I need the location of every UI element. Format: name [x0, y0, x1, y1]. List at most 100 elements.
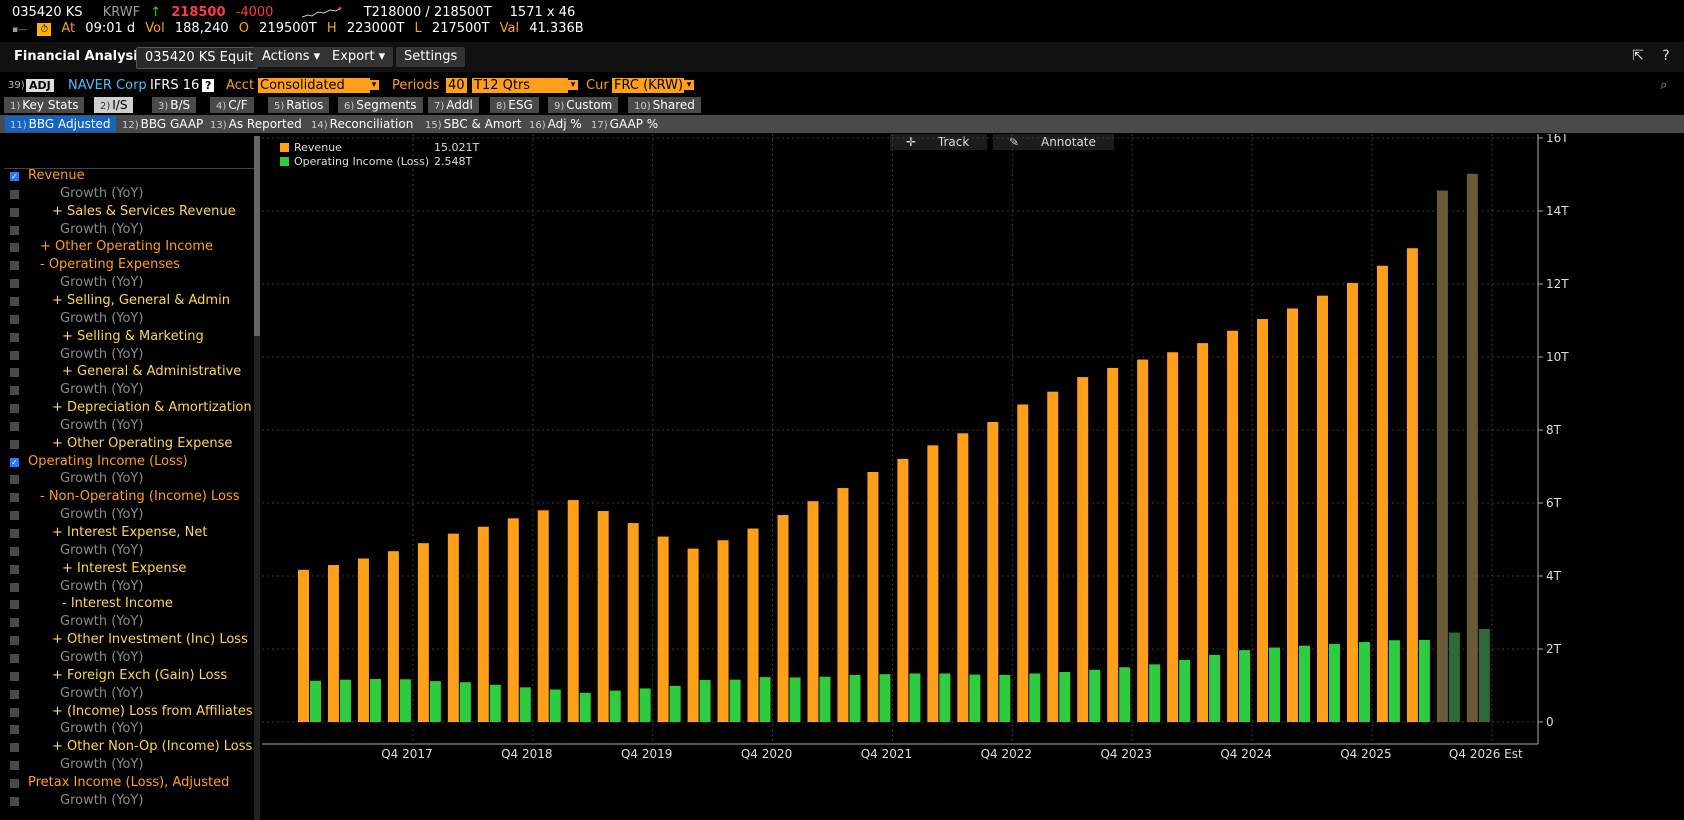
subtab-bbg-gaap[interactable]: 12) BBG GAAP: [117, 116, 208, 132]
operating-income-bar[interactable]: [1239, 650, 1251, 722]
checkbox-icon[interactable]: [10, 707, 19, 717]
operating-income-bar[interactable]: [819, 676, 831, 722]
settings-button[interactable]: Settings: [396, 47, 466, 67]
revenue-bar[interactable]: [567, 500, 579, 722]
checkbox-icon[interactable]: [10, 725, 19, 735]
line-item[interactable]: Growth (YoY): [4, 186, 254, 204]
adj-button[interactable]: ADJ: [26, 79, 54, 92]
subtab-as-reported[interactable]: 13) As Reported: [205, 116, 307, 132]
line-item[interactable]: Growth (YoY): [4, 418, 254, 436]
checkbox-icon[interactable]: [10, 743, 19, 753]
help-icon[interactable]: ?: [1658, 48, 1674, 64]
checkbox-checked-icon[interactable]: ✓: [10, 172, 19, 181]
currency-dropdown-icon[interactable]: ▾: [684, 80, 694, 90]
operating-income-bar[interactable]: [1149, 664, 1161, 722]
operating-income-bar[interactable]: [579, 692, 591, 722]
scrollbar-thumb[interactable]: [254, 136, 260, 336]
line-item[interactable]: Growth (YoY): [4, 757, 254, 775]
export-menu[interactable]: Export ▾: [324, 47, 394, 67]
operating-income-bar[interactable]: [1299, 645, 1311, 722]
operating-income-bar[interactable]: [1179, 659, 1191, 722]
sidebar-scrollbar[interactable]: [254, 136, 260, 820]
operating-income-bar[interactable]: [1059, 671, 1071, 722]
revenue-bar[interactable]: [927, 445, 939, 722]
revenue-bar[interactable]: [298, 569, 309, 722]
line-item[interactable]: Growth (YoY): [4, 275, 254, 293]
revenue-bar[interactable]: [1376, 265, 1388, 722]
revenue-bar[interactable]: [1227, 330, 1239, 722]
revenue-bar[interactable]: [447, 533, 459, 722]
tab-addl[interactable]: 7) Addl: [428, 97, 479, 113]
line-item[interactable]: Growth (YoY): [4, 311, 254, 329]
revenue-bar[interactable]: [777, 515, 789, 722]
revenue-bar[interactable]: [867, 471, 879, 722]
operating-income-bar[interactable]: [909, 673, 921, 722]
revenue-bar[interactable]: [1466, 173, 1478, 722]
line-item[interactable]: Growth (YoY): [4, 543, 254, 561]
operating-income-bar[interactable]: [759, 677, 771, 722]
operating-income-bar[interactable]: [669, 685, 681, 722]
line-item[interactable]: + General & Administrative: [4, 364, 254, 382]
revenue-bar[interactable]: [357, 558, 369, 722]
operating-income-bar[interactable]: [729, 679, 741, 722]
operating-income-bar[interactable]: [459, 682, 471, 722]
checkbox-icon[interactable]: [10, 279, 19, 289]
checkbox-icon[interactable]: [10, 796, 19, 806]
bar-chart[interactable]: 0 2T 4T 6T 8T 10T 12T 14T 16T Q4 2017 Q4 2018 Q4 20…: [262, 134, 1684, 820]
operating-income-bar[interactable]: [1358, 642, 1370, 722]
revenue-bar[interactable]: [897, 458, 909, 722]
checkbox-icon[interactable]: [10, 546, 19, 556]
line-item[interactable]: Growth (YoY): [4, 347, 254, 365]
checkbox-icon[interactable]: [10, 314, 19, 324]
operating-income-bar[interactable]: [1029, 673, 1041, 722]
zoom-icon[interactable]: ⌕: [1660, 78, 1667, 93]
checkbox-icon[interactable]: [10, 386, 19, 396]
operating-income-bar[interactable]: [489, 684, 501, 722]
periods-input[interactable]: 40: [446, 78, 467, 93]
checkbox-icon[interactable]: [10, 511, 19, 521]
checkbox-icon[interactable]: [10, 207, 19, 217]
checkbox-icon[interactable]: [10, 296, 19, 306]
ifrs-help-icon[interactable]: ?: [202, 79, 215, 92]
revenue-bar[interactable]: [1257, 319, 1269, 722]
checkbox-icon[interactable]: [10, 778, 19, 788]
operating-income-bar[interactable]: [999, 674, 1011, 722]
checkbox-icon[interactable]: [10, 689, 19, 699]
checkbox-icon[interactable]: [10, 243, 19, 253]
operating-income-bar[interactable]: [1448, 632, 1460, 722]
tab-ratios[interactable]: 5) Ratios: [268, 97, 330, 113]
line-item[interactable]: + Depreciation & Amortization: [4, 400, 254, 418]
revenue-bar[interactable]: [1107, 367, 1119, 722]
line-item[interactable]: Growth (YoY): [4, 222, 254, 240]
subtab-gaap-percent[interactable]: 17) GAAP %: [586, 116, 663, 132]
revenue-bar[interactable]: [1017, 404, 1029, 722]
checkbox-icon[interactable]: [10, 439, 19, 449]
revenue-bar[interactable]: [1406, 248, 1418, 722]
line-item[interactable]: + Sales & Services Revenue: [4, 204, 254, 222]
revenue-bar[interactable]: [1436, 190, 1448, 722]
revenue-bar[interactable]: [1197, 343, 1209, 722]
checkbox-icon[interactable]: [10, 350, 19, 360]
operating-income-bar[interactable]: [549, 689, 561, 722]
checkbox-icon[interactable]: [10, 404, 19, 414]
line-item[interactable]: + Foreign Exch (Gain) Loss: [4, 668, 254, 686]
revenue-bar[interactable]: [957, 433, 969, 722]
line-item[interactable]: + Interest Expense, Net: [4, 525, 254, 543]
tab-esg[interactable]: 8) ESG: [490, 97, 539, 113]
actions-menu[interactable]: Actions ▾: [254, 47, 329, 67]
operating-income-bar[interactable]: [1478, 628, 1490, 722]
operating-income-bar[interactable]: [879, 674, 891, 722]
line-item[interactable]: + Other Operating Income: [4, 239, 254, 257]
ticker-symbol[interactable]: 035420 KS: [12, 5, 83, 20]
checkbox-icon[interactable]: [10, 582, 19, 592]
revenue-bar[interactable]: [507, 518, 519, 722]
checkbox-icon[interactable]: [10, 225, 19, 235]
acct-select[interactable]: Consolidated: [258, 78, 370, 93]
checkbox-icon[interactable]: [10, 368, 19, 378]
acct-dropdown-icon[interactable]: ▾: [369, 80, 379, 90]
revenue-bar[interactable]: [717, 540, 729, 722]
checkbox-icon[interactable]: [10, 618, 19, 628]
line-item[interactable]: - Non-Operating (Income) Loss: [4, 489, 254, 507]
revenue-bar[interactable]: [477, 526, 489, 722]
checkbox-icon[interactable]: [10, 564, 19, 574]
